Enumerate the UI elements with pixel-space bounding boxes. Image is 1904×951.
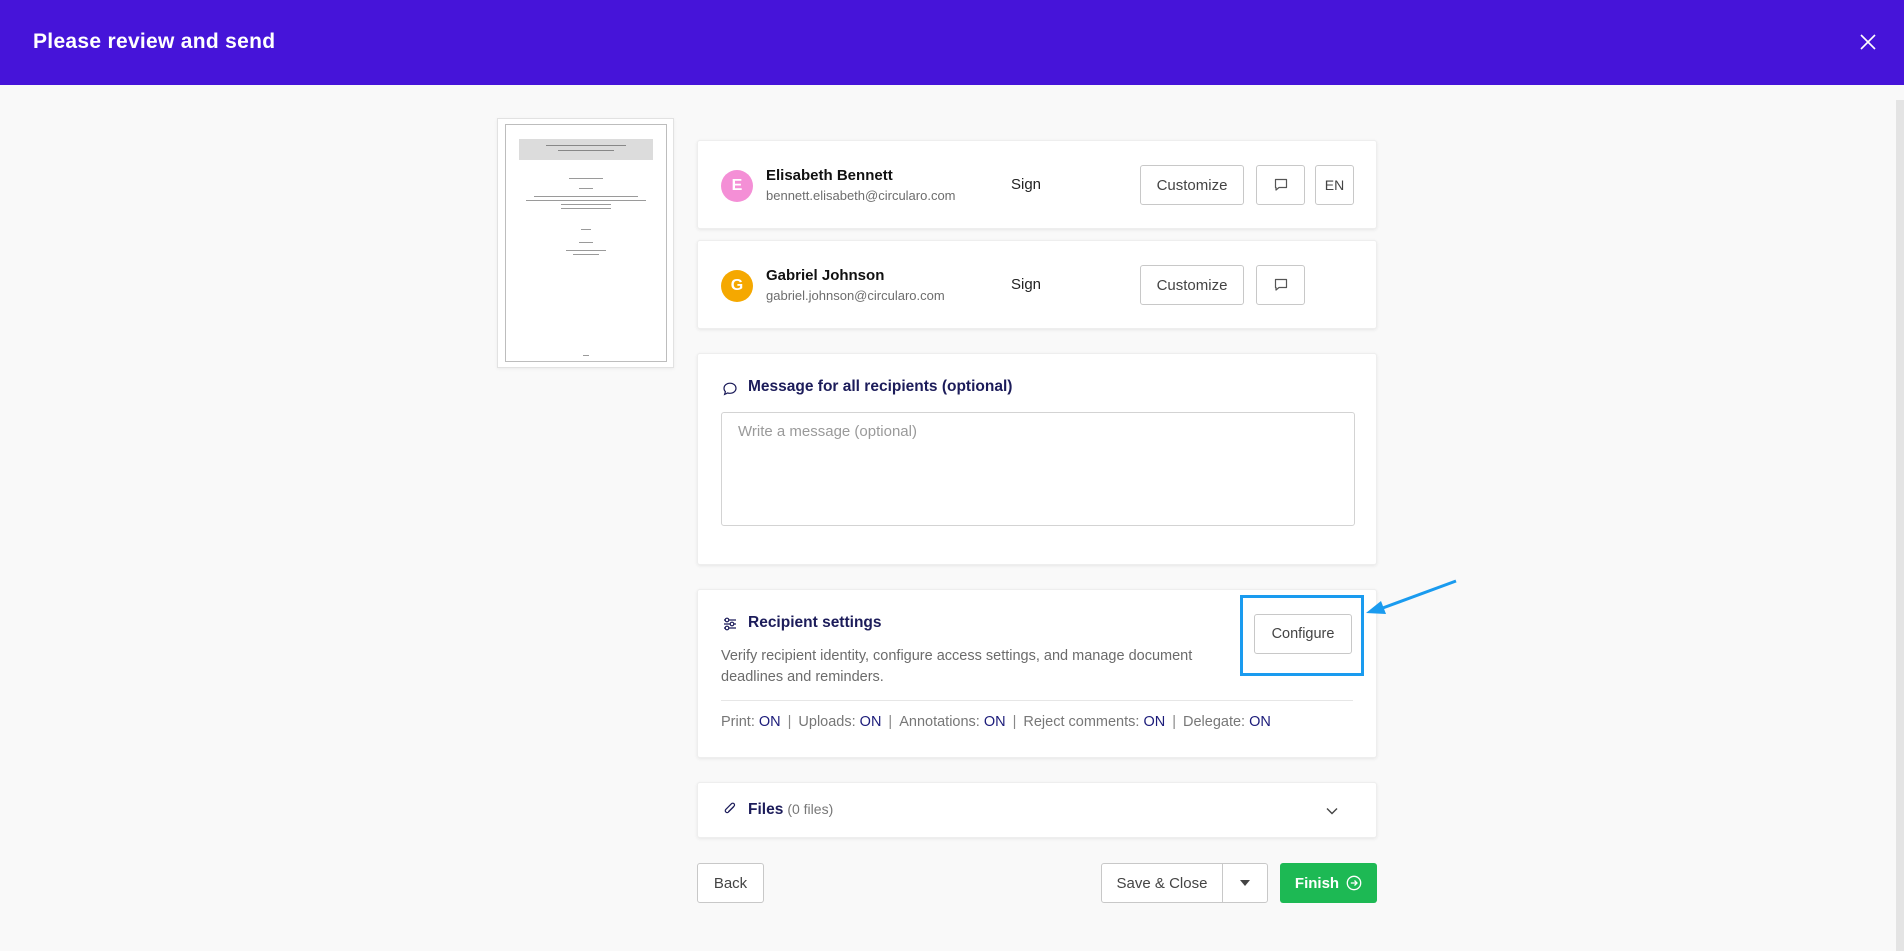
perm-delegate-value: ON [1249,714,1271,730]
perm-print-label: Print: [721,714,755,730]
finish-label: Finish [1294,874,1340,892]
recipient-email: gabriel.johnson@circularo.com [766,288,945,303]
recipient-action: Sign [1011,176,1042,193]
arrow-annotation-icon [1366,579,1457,614]
avatar: G [721,270,753,302]
recipient-name: Gabriel Johnson [766,267,885,284]
perm-reject-comments-label: Reject comments: [1023,714,1140,730]
perm-uploads-value: ON [859,714,882,730]
divider [721,700,1353,701]
customize-button[interactable]: Customize [1140,265,1244,305]
comment-icon [1274,278,1287,291]
perm-annotations-label: Annotations: [899,714,980,730]
files-title: Files (0 files) [748,801,834,818]
permissions-summary: Print: ON | Uploads: ON | Annotations: ON | Re… [721,714,1271,730]
message-icon [723,382,737,396]
comment-button[interactable] [1256,165,1305,205]
perm-uploads-label: Uploads: [798,714,856,730]
chevron-down-icon[interactable] [1325,804,1339,818]
perm-annotations-value: ON [983,714,1006,730]
recipient-settings-title: Recipient settings [748,614,882,631]
document-thumbnail[interactable] [497,118,674,368]
configure-highlight-box [1240,595,1364,676]
recipient-card: G Gabriel Johnson gabriel.johnson@circul… [697,240,1377,329]
perm-print-value: ON [758,714,781,730]
save-options-dropdown[interactable] [1222,863,1268,903]
save-close-button[interactable]: Save & Close [1101,863,1223,903]
document-page-preview [505,124,667,362]
avatar: E [721,170,753,202]
comment-icon [1274,178,1287,191]
recipient-card: E Elisabeth Bennett bennett.elisabeth@ci… [697,140,1377,229]
message-input[interactable] [721,412,1355,526]
message-title: Message for all recipients (optional) [748,378,1013,395]
customize-button[interactable]: Customize [1140,165,1244,205]
files-count: (0 files) [787,801,834,817]
header-bar: Please review and send [0,0,1904,85]
recipient-action: Sign [1011,276,1042,293]
finish-button[interactable]: Finish [1280,863,1377,903]
page-title: Please review and send [33,30,276,53]
recipient-email: bennett.elisabeth@circularo.com [766,188,956,203]
caret-down-icon [1240,880,1250,886]
perm-reject-comments-value: ON [1143,714,1166,730]
recipient-name: Elisabeth Bennett [766,167,893,184]
back-button[interactable]: Back [697,863,764,903]
message-card: Message for all recipients (optional) [697,353,1377,565]
close-icon[interactable] [1856,30,1880,54]
comment-button[interactable] [1256,265,1305,305]
scrollbar[interactable] [1896,100,1904,951]
recipient-settings-description: Verify recipient identity, configure acc… [721,648,1193,685]
settings-sliders-icon [724,617,736,631]
paperclip-icon [724,802,736,814]
arrow-circle-right-icon [1346,875,1362,891]
perm-delegate-label: Delegate: [1183,714,1246,730]
language-button[interactable]: EN [1315,165,1354,205]
files-card[interactable]: Files (0 files) [697,782,1377,838]
